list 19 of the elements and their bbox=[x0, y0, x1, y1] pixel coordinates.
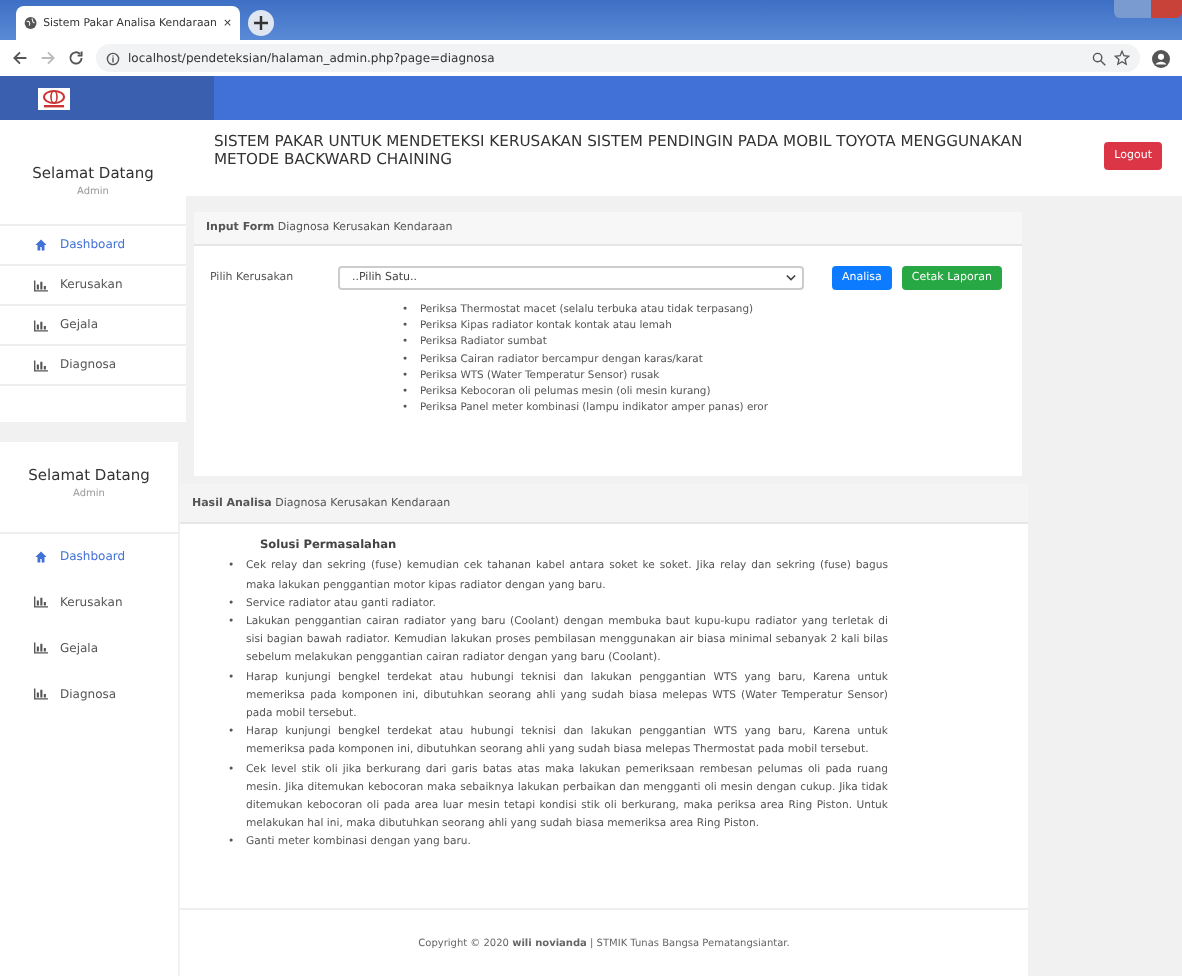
bar-chart-icon bbox=[34, 319, 48, 331]
reload-icon[interactable] bbox=[68, 50, 84, 66]
home-icon bbox=[34, 549, 48, 563]
plus-icon bbox=[254, 16, 268, 30]
account-icon[interactable] bbox=[1152, 49, 1170, 67]
bar-chart-icon bbox=[34, 688, 48, 700]
star-icon[interactable] bbox=[1114, 50, 1130, 66]
logo-icon bbox=[38, 87, 70, 109]
new-tab-button[interactable] bbox=[248, 10, 274, 36]
bar-chart-icon bbox=[34, 279, 48, 291]
bar-chart-icon bbox=[34, 642, 48, 654]
bar-chart-icon bbox=[34, 359, 48, 371]
zoom-icon[interactable] bbox=[1092, 51, 1106, 65]
home-icon bbox=[34, 238, 48, 252]
chevron-down-icon bbox=[785, 274, 796, 282]
back-arrow-icon[interactable] bbox=[12, 50, 28, 66]
bar-chart-icon bbox=[34, 596, 48, 608]
info-icon bbox=[106, 51, 120, 65]
globe-icon bbox=[24, 16, 38, 30]
